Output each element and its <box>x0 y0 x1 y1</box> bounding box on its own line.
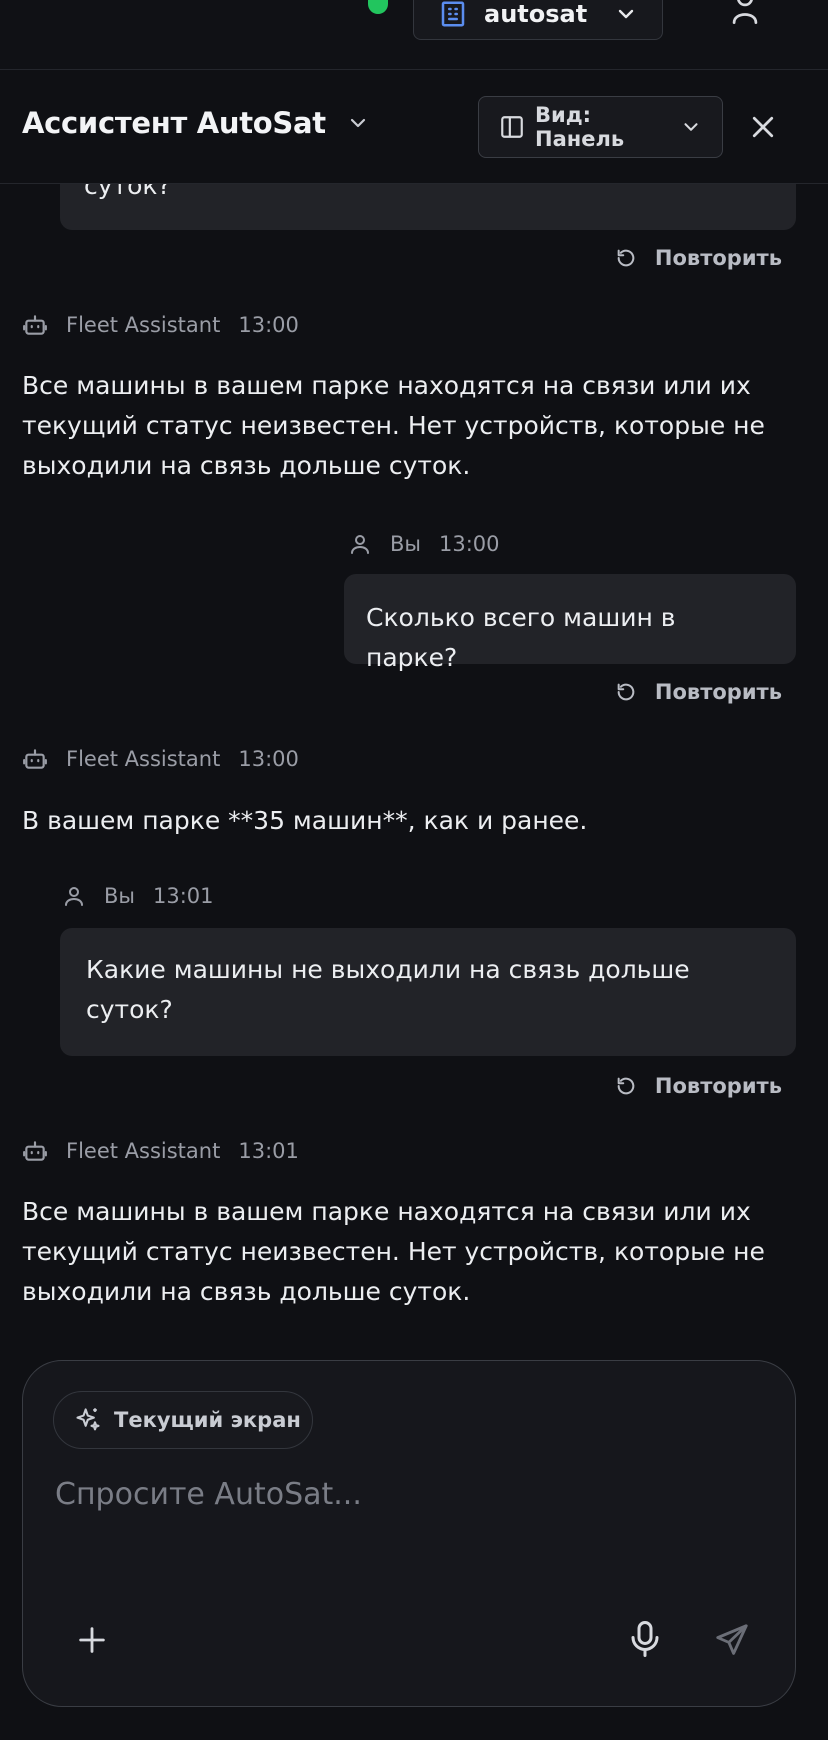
user-name: Вы <box>390 532 421 556</box>
message-time: 13:01 <box>238 1139 299 1163</box>
user-message-bubble: Какие машины не выходили на связь дольше… <box>60 928 796 1056</box>
user-name: Вы <box>104 884 135 908</box>
retry-button[interactable]: Повторить <box>615 246 782 270</box>
message-list[interactable]: суток? Повторить Fleet Assistant 13:00 В… <box>0 184 828 1344</box>
sparkles-icon <box>74 1406 102 1434</box>
message-time: 13:01 <box>153 884 214 908</box>
retry-button[interactable]: Повторить <box>615 1074 782 1098</box>
retry-label: Повторить <box>654 1074 782 1098</box>
user-profile-icon[interactable] <box>728 0 762 24</box>
message-text: Сколько всего машин в парке? <box>366 603 676 672</box>
message-text: суток? <box>84 184 171 200</box>
microphone-icon <box>627 1619 663 1659</box>
assistant-message-meta: Fleet Assistant 13:00 <box>22 312 299 338</box>
refresh-icon <box>615 681 637 703</box>
assistant-message-text: Все машины в вашем парке находятся на св… <box>22 1197 765 1306</box>
message-time: 13:00 <box>439 532 500 556</box>
user-message-bubble: суток? <box>60 184 796 230</box>
message-time: 13:00 <box>238 747 299 771</box>
user-message-bubble: Сколько всего машин в парке? <box>344 574 796 672</box>
building-icon <box>438 0 468 29</box>
refresh-icon <box>615 247 637 269</box>
robot-icon <box>22 746 48 772</box>
view-mode-label: Вид: Панель <box>535 103 625 151</box>
assistant-name: Fleet Assistant <box>66 313 221 337</box>
chevron-down-icon <box>680 116 702 138</box>
assistant-title: Ассистент AutoSat <box>22 106 326 140</box>
user-message-meta: Вы 13:01 <box>62 884 214 908</box>
retry-button[interactable]: Повторить <box>615 680 782 704</box>
user-message-meta: Вы 13:00 <box>348 532 500 556</box>
connection-status-indicator <box>368 0 388 14</box>
message-text: Какие машины не выходили на связь дольше… <box>86 955 690 1024</box>
close-button[interactable] <box>748 112 778 142</box>
message-composer: Текущий экран <box>22 1360 796 1707</box>
assistant-name: Fleet Assistant <box>66 747 221 771</box>
voice-input-button[interactable] <box>627 1619 663 1659</box>
chevron-down-icon <box>346 111 370 135</box>
send-icon <box>713 1621 751 1659</box>
retry-label: Повторить <box>654 680 782 704</box>
top-app-bar: autosat <box>0 0 828 70</box>
context-chip-label: Текущий экран <box>114 1408 301 1432</box>
assistant-message-meta: Fleet Assistant 13:00 <box>22 746 299 772</box>
user-icon <box>62 884 86 908</box>
message-time: 13:00 <box>238 313 299 337</box>
view-mode-button[interactable]: Вид: Панель <box>478 96 723 158</box>
workspace-selector[interactable]: autosat <box>413 0 663 40</box>
robot-icon <box>22 1138 48 1164</box>
retry-label: Повторить <box>654 246 782 270</box>
robot-icon <box>22 312 48 338</box>
assistant-message-text: Все машины в вашем парке находятся на св… <box>22 371 765 480</box>
workspace-name: autosat <box>484 0 588 28</box>
send-button[interactable] <box>713 1621 751 1659</box>
user-icon <box>348 532 372 556</box>
chevron-down-icon <box>614 2 638 26</box>
assistant-page: autosat Ассистент AutoSat Вид: Панель су… <box>0 0 828 1740</box>
attach-button[interactable] <box>75 1623 109 1657</box>
assistant-title-selector[interactable]: Ассистент AutoSat <box>22 106 370 140</box>
refresh-icon <box>615 1075 637 1097</box>
current-screen-context-chip[interactable]: Текущий экран <box>53 1391 313 1449</box>
plus-icon <box>75 1623 109 1657</box>
message-input[interactable] <box>53 1469 753 1519</box>
assistant-message-meta: Fleet Assistant 13:01 <box>22 1138 299 1164</box>
assistant-name: Fleet Assistant <box>66 1139 221 1163</box>
assistant-header: Ассистент AutoSat Вид: Панель <box>0 70 828 184</box>
assistant-message-text: В вашем парке **35 машин**, как и ранее. <box>22 806 588 835</box>
panel-layout-icon <box>499 114 525 140</box>
